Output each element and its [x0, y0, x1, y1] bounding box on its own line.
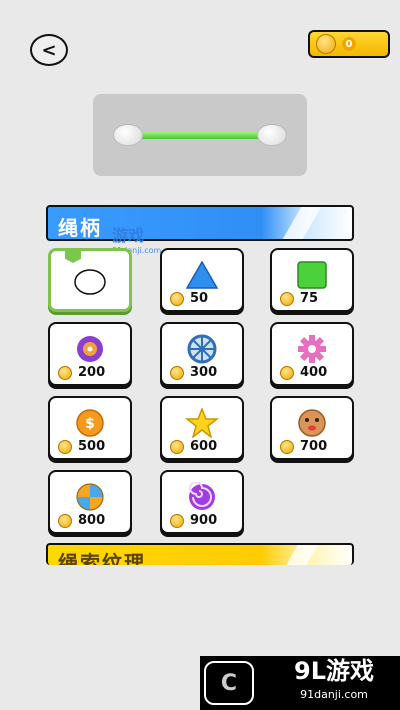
- coin-icon: [58, 439, 72, 454]
- square-icon: [295, 258, 329, 292]
- handle-item-beach-ball[interactable]: 800: [48, 470, 132, 534]
- coin-icon: [170, 291, 184, 306]
- coin-icon: [280, 291, 294, 306]
- coin-count: 0: [342, 37, 356, 51]
- handle-item-wheel[interactable]: 300: [160, 322, 244, 386]
- dollar-coin-icon: $: [73, 406, 107, 440]
- rope-preview: [93, 94, 307, 176]
- rope-handle-right: [257, 124, 287, 146]
- coin-icon: [170, 365, 184, 380]
- wheel-icon: [185, 332, 219, 366]
- gear-icon: [295, 332, 329, 366]
- banner-logo: C: [204, 661, 254, 705]
- star-icon: [185, 406, 219, 440]
- coin-icon: [170, 513, 184, 528]
- handle-item-donut[interactable]: 200: [48, 322, 132, 386]
- rope-preview-line: [137, 132, 263, 139]
- selected-check-icon: [65, 249, 81, 263]
- swirl-candy-icon: [185, 480, 219, 514]
- coin-icon: [58, 513, 72, 528]
- section-header-handles: 绳柄: [46, 205, 354, 241]
- coin-icon: [280, 439, 294, 454]
- circle-icon: [73, 265, 107, 299]
- banner-brand: 9L游戏 91danji.com: [294, 657, 374, 701]
- coin-counter: 0: [308, 30, 390, 58]
- cookie-face-icon: [295, 406, 329, 440]
- section-title: 绳柄: [58, 216, 102, 240]
- handle-item-cookie-face[interactable]: 700: [270, 396, 354, 460]
- coin-icon: [280, 365, 294, 380]
- rope-handle-left: [113, 124, 143, 146]
- handle-item-square[interactable]: 75: [270, 248, 354, 312]
- coin-icon: [316, 34, 336, 54]
- site-banner: C 9L游戏 91danji.com: [200, 656, 400, 710]
- handle-item-gear[interactable]: 400: [270, 322, 354, 386]
- coin-icon: [170, 439, 184, 454]
- back-button[interactable]: <: [30, 34, 68, 66]
- handle-item-circle[interactable]: [48, 248, 132, 312]
- handle-item-swirl-candy[interactable]: 900: [160, 470, 244, 534]
- triangle-icon: [185, 258, 219, 292]
- coin-icon: [58, 365, 72, 380]
- beach-ball-icon: [73, 480, 107, 514]
- handle-item-star[interactable]: 600: [160, 396, 244, 460]
- section-title: 绳索纹理: [58, 551, 146, 565]
- handle-item-triangle[interactable]: 50: [160, 248, 244, 312]
- section-header-textures: 绳索纹理: [46, 543, 354, 565]
- handle-item-dollar-coin[interactable]: $ 500: [48, 396, 132, 460]
- donut-icon: [73, 332, 107, 366]
- svg-text:$: $: [85, 416, 95, 432]
